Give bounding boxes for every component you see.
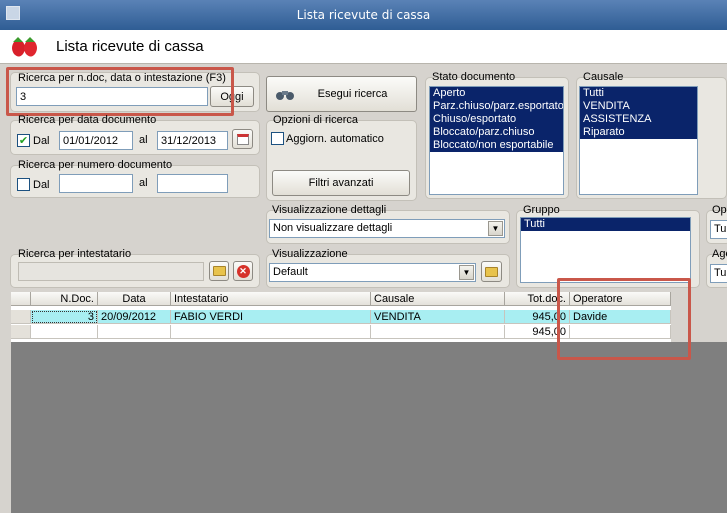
search-options-label: Opzioni di ricerca xyxy=(273,114,358,126)
cell-intestatario[interactable]: FABIO VERDI xyxy=(171,310,371,324)
auto-update-checkbox[interactable] xyxy=(271,132,284,145)
calendar-button[interactable] xyxy=(232,129,253,149)
operator-select[interactable]: Tu xyxy=(710,220,727,239)
col-header-causale[interactable]: Causale xyxy=(371,292,505,306)
date-from-label: Dal xyxy=(33,135,50,147)
cell-causale[interactable]: VENDITA xyxy=(371,310,505,324)
number-search-label: Ricerca per numero documento xyxy=(18,159,173,171)
document-status-list[interactable]: Aperto Parz.chiuso/parz.esportato Chiuso/e… xyxy=(429,86,564,195)
col-header-data[interactable]: Data xyxy=(98,292,171,306)
grid-empty-area xyxy=(11,342,727,513)
holder-clear-button[interactable]: ✕ xyxy=(233,261,253,281)
group-list[interactable]: Tutti xyxy=(520,217,691,283)
row-indicator[interactable] xyxy=(11,310,31,324)
col-header-ndoc[interactable]: N.Doc. xyxy=(31,292,98,306)
view-folder-button[interactable] xyxy=(481,261,502,282)
details-label: Visualizzazione dettagli xyxy=(272,204,387,216)
operator-value: Tu xyxy=(714,223,727,235)
causale-list[interactable]: Tutti VENDITA ASSISTENZA Riparato xyxy=(579,86,698,195)
close-icon: ✕ xyxy=(236,264,250,278)
date-to-label: al xyxy=(139,134,148,146)
highlight-box-search xyxy=(6,67,234,116)
total-cell-empty xyxy=(171,325,371,339)
total-cell-empty xyxy=(371,325,505,339)
agent-label: Age xyxy=(712,248,727,260)
status-list-item[interactable]: Parz.chiuso/parz.esportato xyxy=(430,100,563,113)
details-value: Non visualizzare dettagli xyxy=(273,222,393,234)
execute-search-button[interactable]: Esegui ricerca xyxy=(266,76,417,112)
status-list-item[interactable]: Bloccato/non esportabile xyxy=(430,139,563,152)
view-value: Default xyxy=(273,266,308,278)
causale-list-item[interactable]: ASSISTENZA xyxy=(580,113,697,126)
causale-list-item[interactable]: Riparato xyxy=(580,126,697,139)
status-list-item[interactable]: Aperto xyxy=(430,87,563,100)
causale-list-item[interactable]: Tutti xyxy=(580,87,697,100)
folder-icon xyxy=(485,266,498,277)
status-list-item[interactable]: Bloccato/parz.chiuso xyxy=(430,126,563,139)
chevron-down-icon[interactable]: ▼ xyxy=(488,221,503,236)
causale-list-item[interactable]: VENDITA xyxy=(580,100,697,113)
calendar-icon xyxy=(236,133,249,145)
binoculars-icon xyxy=(276,91,294,100)
group-list-item[interactable]: Tutti xyxy=(521,218,690,231)
number-to-label: al xyxy=(139,177,148,189)
window-title: Lista ricevute di cassa xyxy=(296,8,431,22)
row-indicator-header xyxy=(11,292,31,306)
row-indicator xyxy=(11,325,31,339)
cell-data[interactable]: 20/09/2012 xyxy=(98,310,171,324)
folder-icon xyxy=(212,266,226,276)
execute-search-label: Esegui ricerca xyxy=(317,88,388,100)
chevron-down-icon[interactable]: ▼ xyxy=(459,265,474,280)
holder-search-label: Ricerca per intestatario xyxy=(18,248,132,260)
details-select[interactable]: Non visualizzare dettagli ▼ xyxy=(269,219,505,238)
auto-update-label: Aggiorn. automatico xyxy=(286,133,384,145)
operator-label: Ope xyxy=(712,204,727,216)
agent-value: Tu xyxy=(714,267,727,279)
number-from-input[interactable] xyxy=(59,174,133,193)
view-select[interactable]: Default ▼ xyxy=(269,263,476,282)
date-search-checkbox[interactable]: ✔ xyxy=(17,134,30,147)
group-label: Gruppo xyxy=(523,204,560,216)
status-list-item[interactable]: Chiuso/esportato xyxy=(430,113,563,126)
number-to-input[interactable] xyxy=(157,174,228,193)
agent-select[interactable]: Tu xyxy=(710,264,727,283)
holder-input[interactable] xyxy=(18,262,204,281)
title-bar: Lista ricevute di cassa xyxy=(0,0,727,30)
cell-ndoc[interactable]: 3 xyxy=(31,310,98,324)
highlight-box-operator xyxy=(557,278,691,360)
date-from-input[interactable] xyxy=(59,131,133,150)
page-header: Lista ricevute di cassa xyxy=(0,30,727,64)
page-title: Lista ricevute di cassa xyxy=(56,38,204,55)
date-search-label: Ricerca per data documento xyxy=(18,114,157,126)
view-label: Visualizzazione xyxy=(272,248,348,260)
col-header-intestatario[interactable]: Intestatario xyxy=(171,292,371,306)
causale-label: Causale xyxy=(583,71,624,83)
total-cell-empty xyxy=(31,325,98,339)
strawberry-icon xyxy=(12,37,37,57)
number-search-checkbox[interactable] xyxy=(17,178,30,191)
date-to-input[interactable] xyxy=(157,131,228,150)
advanced-filters-button[interactable]: Filtri avanzati xyxy=(272,170,410,196)
holder-browse-button[interactable] xyxy=(209,261,229,281)
total-cell-empty xyxy=(98,325,171,339)
document-status-label: Stato documento xyxy=(432,71,516,83)
number-from-label: Dal xyxy=(33,179,50,191)
